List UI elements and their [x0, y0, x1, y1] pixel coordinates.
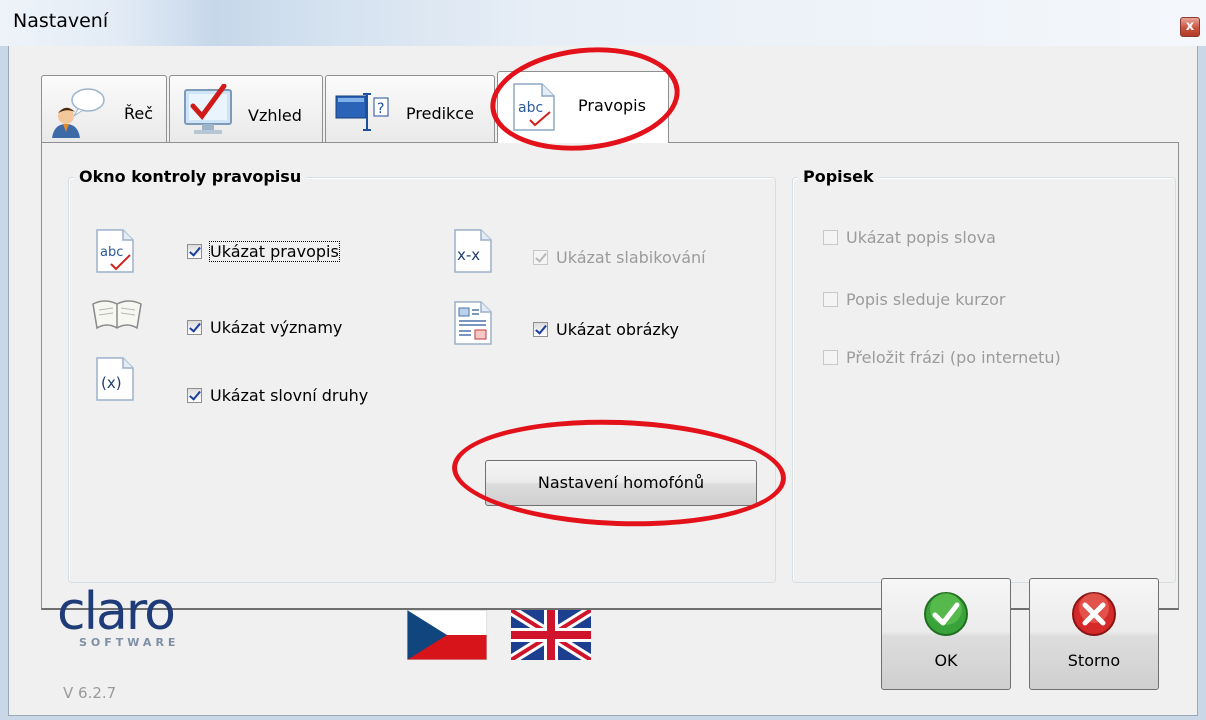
checkbox-box[interactable]: [187, 388, 202, 403]
tab-vzhled[interactable]: Vzhled: [169, 75, 323, 143]
group-title: Okno kontroly pravopisu: [74, 167, 307, 186]
group-title: Popisek: [798, 167, 879, 186]
czech-flag-icon[interactable]: [407, 610, 487, 660]
abc-spell-icon: abc: [513, 83, 555, 131]
checkbox-label: Ukázat slabikování: [556, 248, 706, 267]
claro-logo: claro SOFTWARE: [57, 584, 217, 649]
homophones-settings-button[interactable]: Nastavení homofónů: [485, 460, 757, 506]
window-title: Nastavení: [13, 10, 109, 32]
checkbox-box[interactable]: [823, 350, 838, 365]
version-label: V 6.2.7: [63, 684, 117, 702]
close-button[interactable]: x: [1180, 17, 1200, 37]
tab-label: Pravopis: [578, 96, 646, 115]
tab-pravopis[interactable]: abc Pravopis: [497, 71, 669, 143]
checkbox-box[interactable]: [823, 230, 838, 245]
cancel-label: Storno: [1067, 651, 1121, 670]
syllable-icon: x-x: [454, 229, 492, 273]
checkbox-label: Ukázat významy: [210, 318, 343, 337]
spell-window-group: Okno kontroly pravopisu abc (x) x-x Ukáz…: [68, 167, 776, 583]
word-type-icon: (x): [96, 357, 134, 401]
cancel-x-icon: [1072, 592, 1116, 636]
prediction-icon: ?: [335, 93, 389, 131]
logo-subtext: SOFTWARE: [79, 636, 180, 649]
svg-text:abc: abc: [518, 100, 543, 116]
svg-text:?: ?: [377, 101, 384, 117]
svg-text:(x): (x): [101, 374, 122, 392]
tab-rec[interactable]: Řeč: [41, 75, 167, 143]
checkbox-label: Ukázat popis slova: [846, 228, 996, 247]
checkbox-box[interactable]: [187, 244, 202, 259]
tab-label: Vzhled: [248, 106, 302, 125]
checkbox-box[interactable]: [533, 322, 548, 337]
checkbox-label: Ukázat pravopis: [209, 241, 340, 262]
title-bar[interactable]: Nastavení x: [0, 0, 1206, 46]
svg-text:x-x: x-x: [457, 246, 480, 264]
abc-spell-icon: abc: [96, 229, 134, 273]
svg-text:abc: abc: [100, 245, 123, 260]
logo-text: claro: [57, 582, 176, 642]
checkbox-box[interactable]: [187, 320, 202, 335]
tab-label: Řeč: [124, 104, 154, 123]
book-icon: [92, 300, 142, 330]
tab-predikce[interactable]: ? Predikce: [325, 75, 495, 143]
pictures-icon: [454, 301, 492, 345]
uk-flag-icon[interactable]: [511, 610, 591, 660]
checkbox-label: Ukázat slovní druhy: [210, 386, 369, 405]
checkbox-box[interactable]: [533, 250, 548, 265]
checkbox-label: Přeložit frázi (po internetu): [846, 348, 1061, 367]
tab-panel-pravopis: Okno kontroly pravopisu abc (x) x-x Ukáz…: [41, 142, 1179, 610]
settings-window: Nastavení x Řeč Vzhled ? Predikce abc Pr…: [0, 0, 1206, 720]
ok-label: OK: [934, 651, 958, 670]
cancel-button[interactable]: Storno: [1029, 578, 1159, 690]
checkbox-label: Popis sleduje kurzor: [846, 290, 1006, 309]
tab-label: Predikce: [406, 104, 474, 123]
checkbox-box[interactable]: [823, 292, 838, 307]
speech-person-icon: [52, 88, 105, 138]
checkbox-label: Ukázat obrázky: [556, 320, 679, 339]
monitor-check-icon: [184, 84, 232, 134]
caption-group: Popisek Ukázat popis slova Popis sleduje…: [792, 167, 1176, 583]
close-icon: x: [1185, 19, 1195, 34]
client-area: Řeč Vzhled ? Predikce abc Pravopis Okno …: [8, 46, 1198, 716]
ok-button[interactable]: OK: [881, 578, 1011, 690]
checkmark-icon: [924, 592, 968, 636]
